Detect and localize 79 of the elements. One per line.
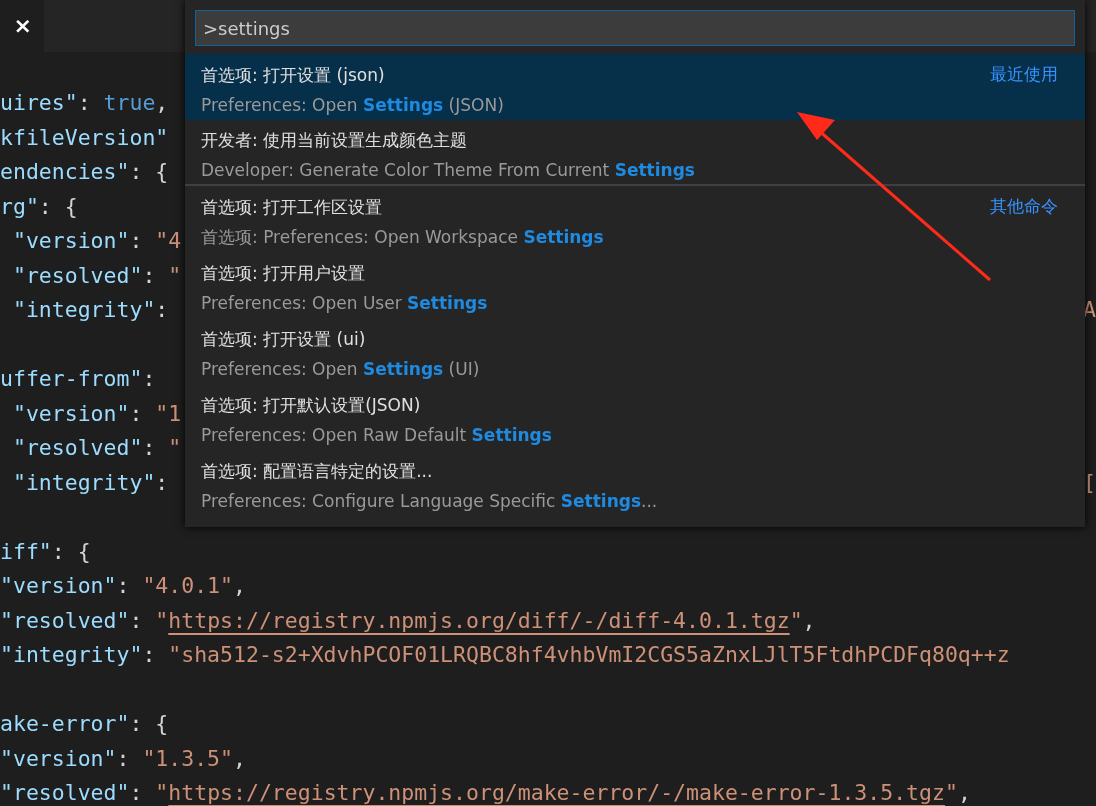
- code-token: "1: [155, 399, 182, 428]
- code-token: :: [142, 365, 156, 393]
- command-item[interactable]: 首选项: 打开设置 (json) Preferences: Open Settings (JSON) 最近使用: [185, 54, 1085, 120]
- code-token: : {: [38, 192, 78, 221]
- code-token: :: [116, 744, 131, 773]
- code-token: "resolved": [11, 261, 143, 290]
- code-token: ,: [233, 572, 246, 600]
- command-description: Preferences: Configure Language Specific Settings...: [201, 489, 658, 513]
- code-token: :: [116, 572, 131, 600]
- code-token: "4: [155, 227, 182, 255]
- code-token: [: [1083, 468, 1096, 497]
- code-token: ": [168, 434, 182, 462]
- code-token: uires": [0, 89, 78, 117]
- command-label: 首选项: 打开用户设置: [201, 261, 366, 285]
- code-token: "sha512-s2+XdvhPCOF01LRQBC8hf4vhbVmI2CGS5aZnxLJlT5FtdhPCDFq80q++z: [168, 641, 1010, 669]
- code-token: :: [142, 261, 157, 290]
- code-token: ": [789, 606, 803, 635]
- code-token: true: [103, 89, 156, 117]
- code-token: : {: [129, 710, 169, 738]
- code-token: uffer-from": [0, 365, 143, 393]
- code-token: :: [142, 641, 157, 669]
- code-token: "version": [0, 572, 117, 600]
- code-token: "version": [11, 227, 130, 255]
- command-label: 首选项: 配置语言特定的设置...: [201, 459, 433, 483]
- code-token: ": [155, 606, 169, 635]
- group-label: 其他命令: [990, 195, 1058, 218]
- code-token: :: [155, 296, 169, 324]
- code-token: :: [129, 779, 144, 806]
- code-token: "version": [11, 399, 130, 428]
- command-description: Preferences: Open User Settings: [201, 291, 488, 315]
- command-item[interactable]: 首选项: 打开设置 (ui) Preferences: Open Settings (UI): [185, 318, 1085, 384]
- command-description: Developer: Generate Color Theme From Current Settings: [201, 158, 695, 182]
- command-input[interactable]: >settings: [195, 10, 1075, 46]
- command-item[interactable]: 首选项: 打开默认设置(JSON) Preferences: Open Raw Default Settings: [185, 384, 1085, 450]
- editor-tab[interactable]: ×: [0, 0, 44, 52]
- code-token: :: [142, 434, 157, 462]
- code-token: :: [129, 606, 144, 635]
- code-token: "integrity": [0, 641, 143, 669]
- code-link[interactable]: https://registry.npmjs.org/make-error/-/make-error-1.3.5.tgz: [168, 776, 945, 806]
- code-token: : {: [129, 158, 169, 186]
- code-token: ,: [957, 779, 971, 806]
- code-token: endencies": [0, 158, 130, 186]
- code-token: "integrity": [11, 296, 156, 324]
- command-description: 首选项: Preferences: Open Workspace Settings: [201, 225, 604, 249]
- code-token: ake-error": [0, 710, 130, 738]
- command-item[interactable]: 首选项: 打开工作区设置 首选项: Preferences: Open Workspace Settings 其他命令: [185, 186, 1085, 252]
- code-token: "4.0.1": [142, 572, 233, 600]
- code-token: iff": [0, 537, 52, 566]
- code-token: ": [168, 261, 182, 290]
- code-token: ": [155, 779, 169, 806]
- group-label: 最近使用: [990, 63, 1058, 86]
- code-token: ,: [155, 89, 169, 117]
- command-item[interactable]: 首选项: 配置语言特定的设置... Preferences: Configure Language Specific Settings...: [185, 450, 1085, 516]
- code-token: ,: [233, 744, 246, 773]
- command-description: Preferences: Open Raw Default Settings: [201, 423, 552, 447]
- code-token: :: [129, 227, 144, 255]
- code-token: "resolved": [0, 779, 130, 806]
- code-token: rg": [0, 192, 39, 221]
- code-token: :: [77, 89, 92, 117]
- command-label: 开发者: 使用当前设置生成颜色主题: [201, 128, 468, 152]
- command-label: 首选项: 打开设置 (ui): [201, 327, 366, 351]
- command-description: Preferences: Open Settings (UI): [201, 357, 480, 381]
- code-token: kfileVersion": [0, 123, 169, 152]
- code-link[interactable]: https://registry.npmjs.org/diff/-/diff-4.0.1.tgz: [168, 603, 790, 638]
- code-token: "1.3.5": [142, 744, 233, 773]
- code-token: "resolved": [0, 606, 130, 635]
- code-token: ": [944, 779, 958, 806]
- code-token: "version": [0, 744, 117, 773]
- code-token: : {: [51, 537, 91, 566]
- code-token: :: [129, 399, 144, 428]
- code-token: ,: [802, 606, 816, 635]
- command-item[interactable]: 首选项: 打开用户设置 Preferences: Open User Settings: [185, 252, 1085, 318]
- command-description: Preferences: Open Settings (JSON): [201, 93, 504, 117]
- command-label: 首选项: 打开设置 (json): [201, 63, 385, 87]
- code-token: :: [155, 468, 169, 497]
- command-label: 首选项: 打开工作区设置: [201, 195, 383, 219]
- code-token: "integrity": [11, 468, 156, 497]
- command-label: 首选项: 打开默认设置(JSON): [201, 393, 421, 417]
- code-token: "resolved": [11, 434, 143, 462]
